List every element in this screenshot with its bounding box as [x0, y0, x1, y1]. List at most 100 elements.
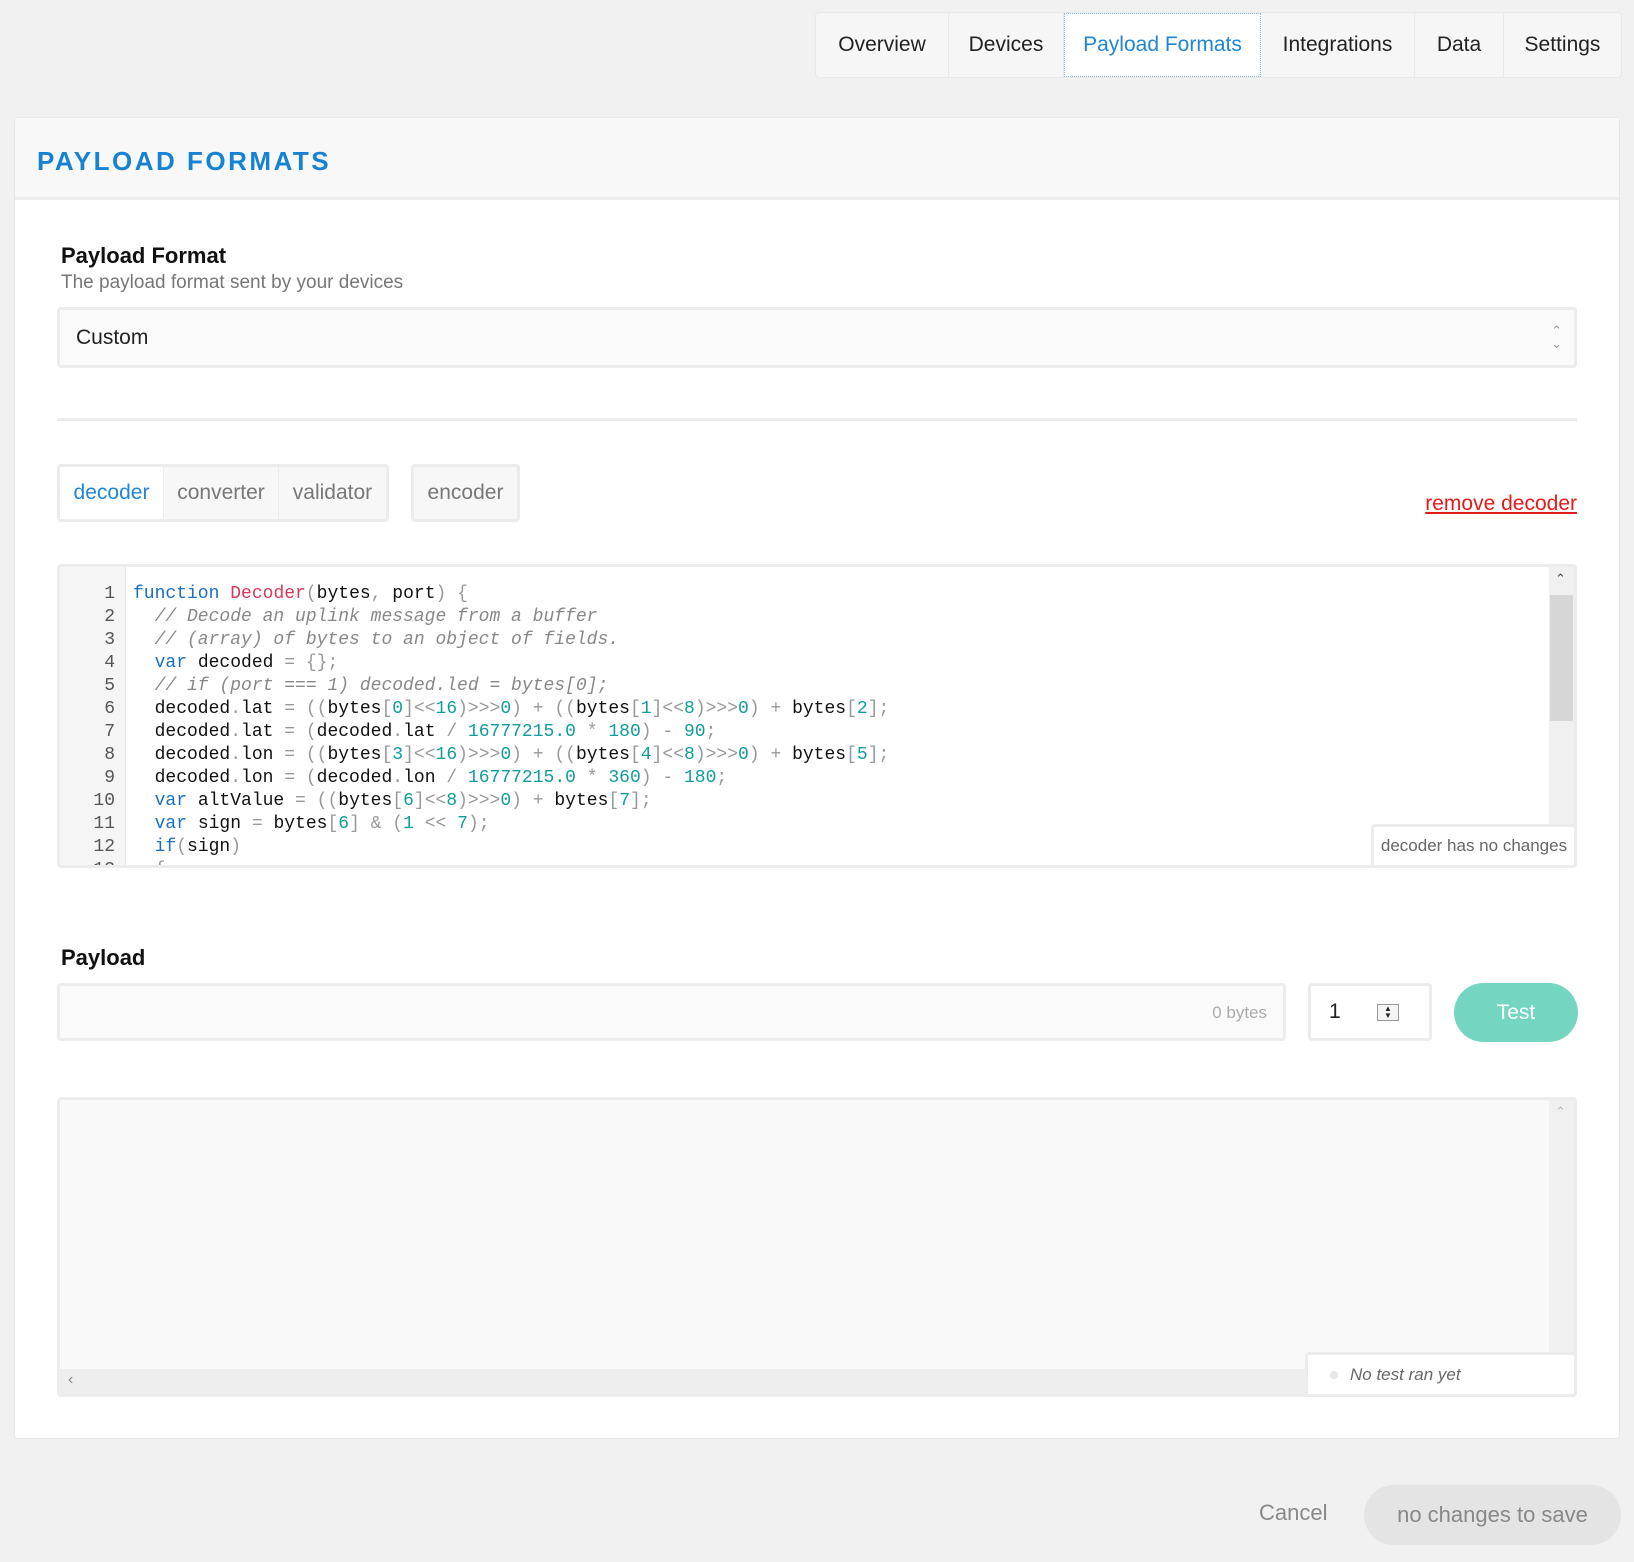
code-token: lon: [241, 745, 285, 765]
code-token: 180: [608, 722, 641, 742]
code-token: );: [467, 814, 490, 834]
payload-format-label: Payload Format: [61, 243, 227, 268]
line-text: decoded.lat = (decoded.lat / 16777215.0 …: [115, 721, 717, 744]
tab-validator[interactable]: validator: [279, 467, 386, 519]
status-dot-icon: [1330, 1370, 1338, 1379]
code-token: )>>>: [457, 699, 501, 719]
code-line: 6 decoded.lat = ((bytes[0]<<16)>>>0) + (…: [60, 698, 889, 721]
code-token: lat: [241, 699, 285, 719]
scrollbar-thumb[interactable]: [1550, 595, 1573, 721]
code-token: .: [230, 722, 242, 742]
code-token: (: [176, 837, 188, 857]
code-lines: 1 function Decoder(bytes, port) {2 // Dec…: [60, 583, 889, 865]
test-button[interactable]: Test: [1454, 983, 1578, 1042]
code-token: 6: [403, 791, 414, 811]
code-token: 7: [619, 791, 631, 811]
tab-data[interactable]: Data: [1415, 13, 1504, 77]
code-token: 0: [738, 699, 749, 719]
code-token: bytes: [327, 745, 382, 765]
line-number: 4: [104, 653, 115, 673]
tab-payload-formats[interactable]: Payload Formats: [1064, 13, 1261, 77]
code-token: bytes: [273, 814, 328, 834]
code-line: 9 decoded.lon = (decoded.lon / 16777215.…: [60, 767, 889, 790]
code-token: bytes: [554, 791, 609, 811]
code-token: 90: [683, 722, 706, 742]
code-token: [: [327, 814, 339, 834]
code-token: ]<<: [403, 699, 436, 719]
code-token: sign: [187, 837, 231, 857]
code-token: ) -: [640, 722, 684, 742]
tab-overview[interactable]: Overview: [816, 13, 949, 77]
code-token: 16777215.0: [467, 768, 576, 788]
page-title: PAYLOAD FORMATS: [37, 146, 332, 176]
code-token: 0: [392, 699, 404, 719]
code-token: 7: [457, 814, 468, 834]
tab-converter[interactable]: converter: [164, 467, 279, 519]
tab-encoder[interactable]: encoder: [414, 467, 517, 519]
code-token: Decoder: [230, 584, 306, 604]
code-token: 180: [683, 768, 717, 788]
scroll-up-icon[interactable]: ⌃: [1555, 571, 1566, 587]
byte-count: 0 bytes: [1212, 1003, 1267, 1022]
line-text: // Decode an uplink message from a buffe…: [115, 606, 598, 629]
code-token: 4: [640, 745, 652, 765]
panel-header: PAYLOAD FORMATS: [15, 118, 1619, 200]
code-token: =: [251, 814, 274, 834]
line-text: var decoded = {};: [115, 652, 339, 675]
top-nav-tabs: Overview Devices Payload Formats Integra…: [815, 12, 1622, 78]
code-editor[interactable]: 1 function Decoder(bytes, port) {2 // Dec…: [57, 564, 1577, 868]
code-token: bytes: [792, 745, 847, 765]
code-token: 0: [738, 745, 749, 765]
code-token: // (array) of bytes to an object of fiel…: [133, 630, 620, 650]
code-token: 8: [684, 699, 695, 719]
code-token: ;: [705, 722, 717, 742]
tab-settings[interactable]: Settings: [1504, 13, 1621, 77]
code-token: altValue: [187, 791, 296, 811]
line-number: 8: [104, 745, 115, 765]
code-token: bytes: [316, 584, 371, 604]
editor-scrollbar[interactable]: ⌃: [1549, 567, 1574, 865]
scroll-up-icon[interactable]: ⌃: [1555, 1104, 1566, 1120]
code-token: = ((: [284, 699, 328, 719]
code-token: 0: [500, 791, 512, 811]
code-token: // if (port === 1) decoded.led = bytes[0…: [133, 676, 609, 696]
chevron-up-down-icon: ⌃ ⌄: [1551, 323, 1562, 351]
line-number: 5: [104, 676, 115, 696]
test-status-text: No test ran yet: [1350, 1364, 1461, 1384]
code-token: ]<<: [403, 745, 436, 765]
selected-format: Custom: [76, 325, 149, 349]
code-token: // Decode an uplink message from a buffe…: [133, 607, 598, 627]
payload-format-select[interactable]: Custom ⌃ ⌄: [57, 307, 1577, 368]
tab-devices[interactable]: Devices: [949, 13, 1064, 77]
save-button[interactable]: no changes to save: [1364, 1485, 1621, 1545]
code-token: bytes: [792, 699, 847, 719]
code-token: 2: [856, 699, 868, 719]
divider: [57, 418, 1577, 421]
line-text: var sign = bytes[6] & (1 << 7);: [115, 813, 490, 836]
port-stepper-icon[interactable]: ▲ ▼: [1377, 1004, 1399, 1021]
code-line: 13 {: [60, 859, 889, 865]
code-token: 5: [856, 745, 868, 765]
line-text: decoded.lon = ((bytes[3]<<16)>>>0) + ((b…: [115, 744, 890, 767]
scroll-left-icon[interactable]: ‹: [68, 1371, 73, 1389]
line-text: // (array) of bytes to an object of fiel…: [115, 629, 620, 652]
line-text: function Decoder(bytes, port) {: [115, 583, 468, 606]
tab-integrations[interactable]: Integrations: [1261, 13, 1415, 77]
line-number: 11: [93, 814, 115, 834]
code-token: ];: [867, 699, 890, 719]
payload-input[interactable]: 0 bytes: [57, 983, 1286, 1041]
output-vertical-scrollbar[interactable]: ⌃: [1549, 1100, 1574, 1394]
code-token: bytes: [575, 699, 630, 719]
code-token: 8: [684, 745, 695, 765]
line-number: 3: [104, 630, 115, 650]
remove-decoder-link[interactable]: remove decoder: [1425, 492, 1577, 516]
port-input[interactable]: 1 ▲ ▼: [1308, 983, 1432, 1041]
cancel-button[interactable]: Cancel: [1259, 1500, 1327, 1526]
code-token: )>>>: [694, 745, 739, 765]
code-line: 8 decoded.lon = ((bytes[3]<<16)>>>0) + (…: [60, 744, 889, 767]
code-token: ,: [370, 584, 393, 604]
tab-decoder[interactable]: decoder: [60, 467, 164, 519]
